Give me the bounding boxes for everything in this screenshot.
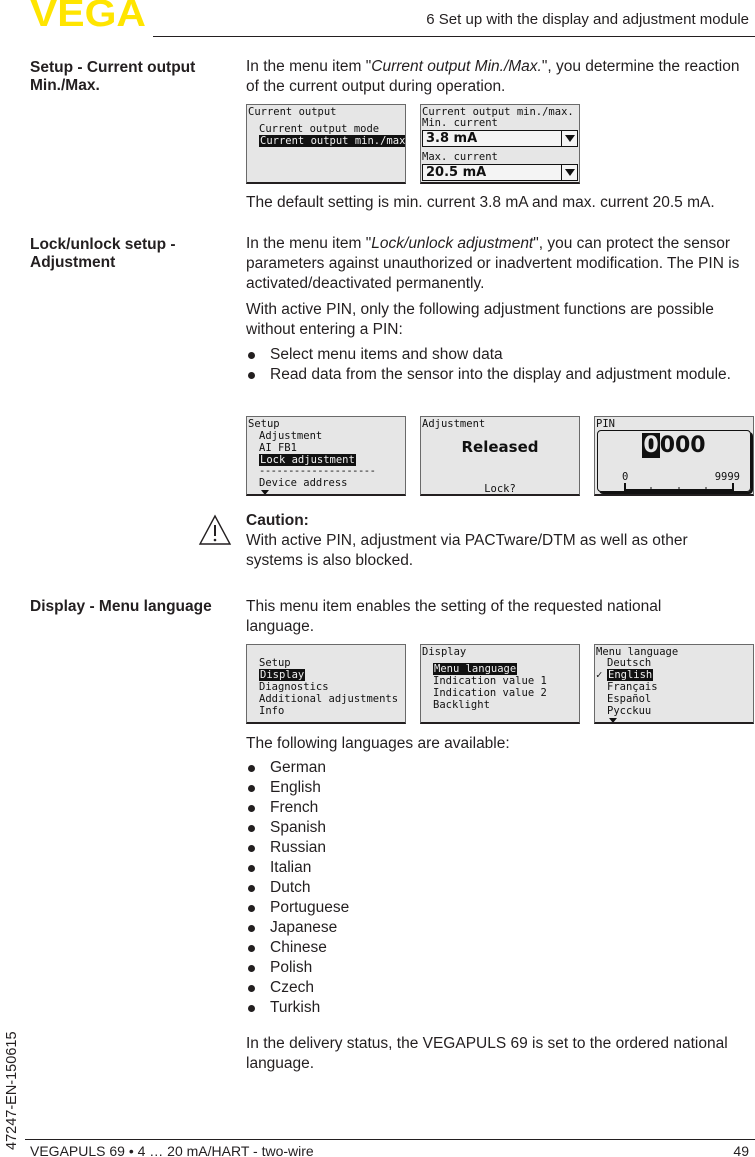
warning-icon xyxy=(198,514,232,545)
scroll-down-icon xyxy=(609,718,617,722)
lcd-menu-item-selected: Display xyxy=(259,669,306,681)
lcd-current-output-menu: Current output Current output mode Curre… xyxy=(246,104,406,184)
lcd-menu-item: Additional adjustments xyxy=(259,693,399,705)
lcd-menu-item: Deutsch xyxy=(607,657,652,669)
min-current-dropdown: 3.8 mA xyxy=(422,130,578,147)
lcd-menu-item: Info xyxy=(259,705,285,717)
logo-text: VEGA xyxy=(30,0,146,30)
section-label-language: Display - Menu language xyxy=(30,598,212,615)
language-intro: This menu item enables the setting of th… xyxy=(246,598,662,635)
list-item: Japanese xyxy=(246,918,751,938)
lcd-menu-item: Adjustment xyxy=(259,430,323,442)
list-item: Select menu items and show data xyxy=(246,345,751,365)
lcd-separator: -------------------- xyxy=(259,465,376,477)
lcd-menu-item: Diagnostics xyxy=(259,681,329,693)
lcd-menu-item: Español xyxy=(607,693,652,705)
min-current-label: Min. current xyxy=(422,117,498,129)
list-item: Czech xyxy=(246,978,751,998)
caution-text: With active PIN, adjustment via PACTware… xyxy=(246,532,688,569)
pin-cursor-digit: 0 xyxy=(642,433,660,458)
pin-remaining-digits: 000 xyxy=(659,433,706,458)
footer-product: VEGAPULS 69 • 4 … 20 mA/HART - two-wire xyxy=(30,1143,314,1157)
lock-status: Released xyxy=(461,438,539,456)
lcd-menu-item: AI FB1 xyxy=(259,442,297,454)
scroll-down-icon xyxy=(261,490,269,494)
chapter-title: 6 Set up with the display and adjustment… xyxy=(426,11,749,28)
list-item: Polish xyxy=(246,958,751,978)
lcd-pin-entry: PIN 0000 0 9999 xyxy=(594,416,754,496)
lcd-main-menu: Setup Display Diagnostics Additional adj… xyxy=(246,644,406,724)
pin-frame: 0000 0 9999 xyxy=(597,430,751,492)
max-current-value: 20.5 mA xyxy=(426,165,487,180)
list-item: Italian xyxy=(246,858,751,878)
lcd-display-menu: Display Menu language Indication value 1… xyxy=(420,644,580,724)
lock-functions-list: Select menu items and show data Read dat… xyxy=(246,345,751,385)
caution-title: Caution: xyxy=(246,512,309,529)
list-item: Dutch xyxy=(246,878,751,898)
language-closing-note: In the delivery status, the VEGAPULS 69 … xyxy=(246,1035,728,1072)
section-label-current-output: Setup - Current output Min./Max. xyxy=(30,59,196,94)
list-item: English xyxy=(246,778,751,798)
lcd-menu-item: Current output mode xyxy=(259,123,380,135)
checkmark-icon: ✓ xyxy=(596,669,603,681)
lcd-title: Current output xyxy=(248,106,337,118)
chevron-down-icon xyxy=(561,165,577,180)
lcd-menu-item: Indication value 2 xyxy=(433,687,547,699)
pin-value: 0000 xyxy=(598,433,750,459)
list-item: German xyxy=(246,758,751,778)
list-item: Portuguese xyxy=(246,898,751,918)
header-divider xyxy=(153,36,755,37)
lcd-title: Setup xyxy=(248,418,280,430)
lcd-title: Adjustment xyxy=(422,418,486,430)
vega-logo: VEGA xyxy=(30,0,146,30)
page-number: 49 xyxy=(733,1143,749,1157)
footer-divider xyxy=(25,1139,755,1140)
menu-item-reference: Lock/unlock adjustment xyxy=(371,235,534,252)
lock-pin-note: With active PIN, only the following adju… xyxy=(246,301,714,338)
lcd-menu-item-selected: Current output min./max. xyxy=(259,135,405,147)
lcd-current-output-minmax: Current output min./max. Min. current 3.… xyxy=(420,104,580,184)
current-output-intro: In the menu item "Current output Min./Ma… xyxy=(246,57,751,97)
chevron-down-icon xyxy=(561,131,577,146)
lcd-menu-item: Backlight xyxy=(433,699,490,711)
min-current-value: 3.8 mA xyxy=(426,131,478,146)
current-output-default-note: The default setting is min. current 3.8 … xyxy=(246,194,715,211)
lcd-menu-item-selected: English xyxy=(607,669,654,681)
document-code: 47247-EN-150615 xyxy=(4,1031,20,1150)
lcd-title: Display xyxy=(422,646,467,658)
lock-prompt: Lock? xyxy=(484,483,516,495)
lcd-title: PIN xyxy=(596,418,615,430)
list-item: French xyxy=(246,798,751,818)
intro-text: In the menu item " xyxy=(246,235,372,252)
lcd-menu-item: Pycckuu xyxy=(607,705,652,717)
lcd-setup-menu: Setup Adjustment AI FB1 Lock adjustment … xyxy=(246,416,406,496)
list-item: Chinese xyxy=(246,938,751,958)
max-current-dropdown: 20.5 mA xyxy=(422,164,578,181)
lcd-menu-item-selected: Menu language xyxy=(433,663,518,675)
max-current-label: Max. current xyxy=(422,151,498,163)
languages-list: German English French Spanish Russian It… xyxy=(246,758,751,1018)
list-item: Read data from the sensor into the displ… xyxy=(246,365,751,385)
list-item: Spanish xyxy=(246,818,751,838)
pin-scale-bar xyxy=(624,483,734,491)
lcd-menu-item: Français xyxy=(607,681,658,693)
section-label-lock: Lock/unlock setup - Adjustment xyxy=(30,236,176,271)
lock-intro: In the menu item "Lock/unlock adjustment… xyxy=(246,234,751,294)
languages-available-intro: The following languages are available: xyxy=(246,735,510,752)
menu-item-reference: Current output Min./Max. xyxy=(371,58,542,75)
lcd-menu-item: Device address xyxy=(259,477,348,489)
lcd-menu-language: Menu language Deutsch ✓ English Français… xyxy=(594,644,754,724)
lcd-adjustment-status: Adjustment Released Lock? xyxy=(420,416,580,496)
lcd-menu-item: Indication value 1 xyxy=(433,675,547,687)
lcd-menu-item: Setup xyxy=(259,657,291,669)
list-item: Russian xyxy=(246,838,751,858)
intro-text: In the menu item " xyxy=(246,58,372,75)
list-item: Turkish xyxy=(246,998,751,1018)
